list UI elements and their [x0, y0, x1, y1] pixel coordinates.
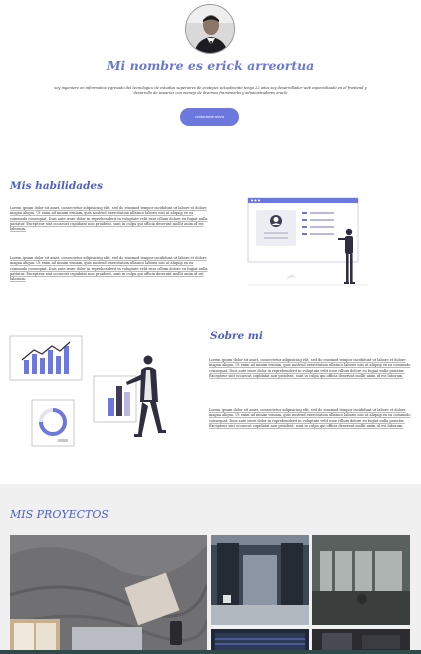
avatar [185, 4, 235, 54]
about-paragraph: Lorem ipsum dolor sit amet, consectetur … [209, 358, 411, 378]
page-title: Mi nombre es erick arreortua [106, 58, 315, 73]
server-room-photo-icon [211, 535, 309, 625]
profile-photo-icon [186, 5, 234, 53]
about-heading: Sobre mi [210, 330, 263, 342]
office-photo-icon [312, 535, 410, 625]
project-image-server-room[interactable] [211, 535, 309, 625]
contact-button[interactable]: contactame ahora [180, 108, 239, 126]
analytics-illustration-icon [9, 335, 166, 447]
about-paragraph: Lorem ipsum dolor sit amet, consectetur … [209, 408, 411, 428]
project-image-office[interactable] [312, 535, 410, 625]
skills-section: Mis habilidades Lorem ipsum dolor sit am… [0, 168, 421, 298]
presentation-illustration-icon [247, 197, 368, 286]
hero-section: Mi nombre es erick arreortua soy ingenie… [0, 0, 421, 160]
hero-description: soy ingeniero en informatica egresado de… [54, 86, 367, 95]
projects-section: MIS PROYECTOS [0, 484, 421, 654]
about-section: Sobre mi Lorem ipsum dolor sit amet, con… [0, 322, 421, 462]
skills-heading: Mis habilidades [10, 180, 104, 192]
desk-photo-icon [10, 535, 207, 654]
projects-heading: MIS PROYECTOS [10, 508, 109, 521]
skills-paragraph: Lorem ipsum dolor sit amet, consectetur … [10, 206, 208, 232]
project-image-desk[interactable] [10, 535, 207, 654]
bottom-scroll-bar [0, 650, 421, 654]
skills-paragraph: Lorem ipsum dolor sit amet, consectetur … [10, 256, 208, 282]
